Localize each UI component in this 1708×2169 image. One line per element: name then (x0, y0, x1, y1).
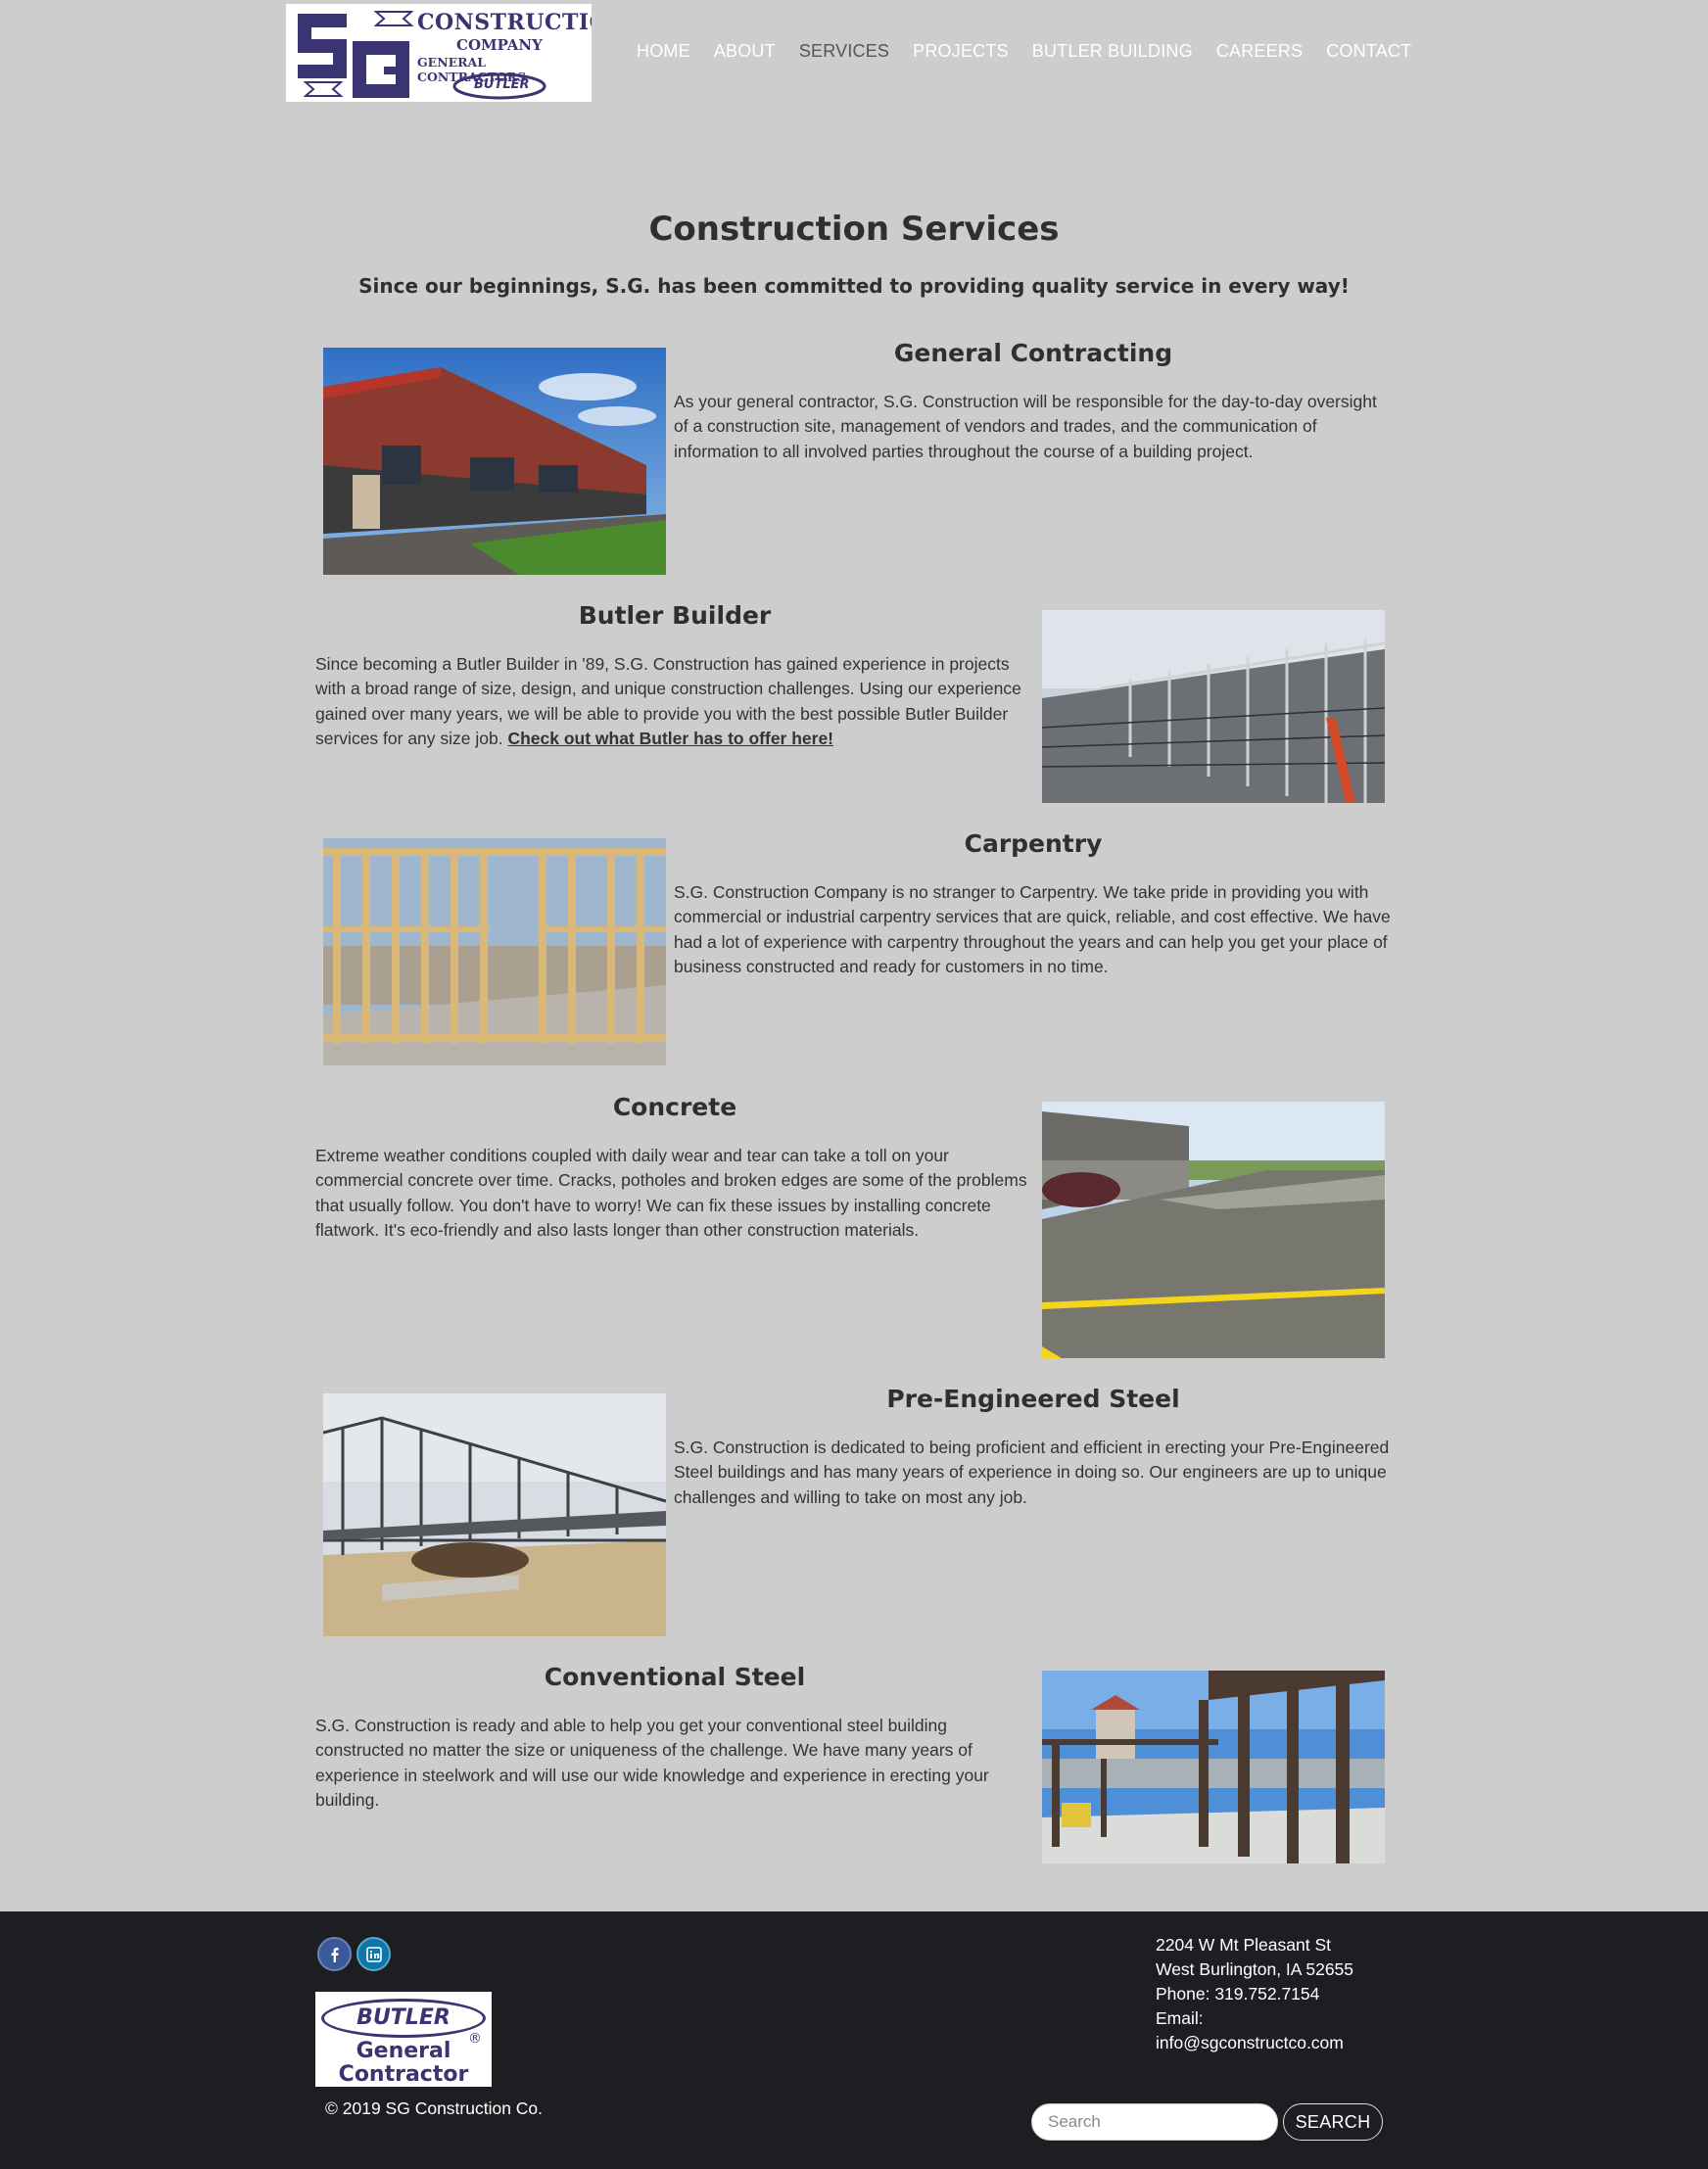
nav-contact[interactable]: CONTACT (1326, 41, 1411, 62)
section-title-concrete: Concrete (612, 1093, 737, 1121)
concrete-photo (1042, 1102, 1385, 1358)
nav-butler-building[interactable]: BUTLER BUILDING (1032, 41, 1193, 62)
section-body-conventional-steel: S.G. Construction is ready and able to h… (315, 1716, 989, 1810)
carpentry-photo (323, 838, 666, 1065)
butler-builder-photo (1042, 610, 1385, 803)
footer-address: 2204 W Mt Pleasant St West Burlington, I… (1156, 1933, 1353, 2055)
section-body-pre-engineered-steel: S.G. Construction is dedicated to being … (674, 1438, 1390, 1507)
address-street: 2204 W Mt Pleasant St (1156, 1935, 1331, 1955)
nav-services[interactable]: SERVICES (799, 41, 889, 62)
logo-line-company: COMPANY (456, 36, 543, 54)
general-contracting-photo (323, 348, 666, 575)
nav-home[interactable]: HOME (637, 41, 690, 62)
section-title-general-contracting: General Contracting (893, 339, 1173, 367)
butler-logo-name: BUTLER (356, 2005, 451, 2030)
search-input[interactable] (1031, 2103, 1278, 2141)
pre-engineered-steel-photo (323, 1393, 666, 1636)
main-nav: HOME ABOUT SERVICES PROJECTS BUTLER BUIL… (637, 41, 1435, 62)
logo-badge-butler: BUTLER (474, 77, 530, 92)
page-subtitle: Since our beginnings, S.G. has been comm… (358, 274, 1350, 298)
address-city: West Burlington, IA 52655 (1156, 1959, 1354, 1979)
section-body-general-contracting: As your general contractor, S.G. Constru… (674, 392, 1377, 461)
butler-general-contractor-logo[interactable]: BUTLER ® General Contractor (315, 1992, 492, 2087)
page-title: Construction Services (648, 210, 1060, 249)
nav-projects[interactable]: PROJECTS (913, 41, 1009, 62)
section-title-butler-builder: Butler Builder (578, 601, 772, 630)
search-button[interactable]: SEARCH (1283, 2103, 1383, 2141)
address-email[interactable]: info@sgconstructco.com (1156, 2031, 1353, 2055)
section-body-carpentry: S.G. Construction Company is no stranger… (674, 882, 1391, 976)
section-body-concrete: Extreme weather conditions coupled with … (315, 1146, 1027, 1240)
linkedin-icon[interactable] (356, 1937, 391, 1971)
section-body-butler-builder: Since becoming a Butler Builder in '89, … (315, 652, 1030, 751)
section-title-conventional-steel: Conventional Steel (544, 1663, 806, 1691)
nav-careers[interactable]: CAREERS (1216, 41, 1303, 62)
company-logo[interactable]: CONSTRUCTION COMPANY GENERAL CONTRACTORS… (286, 4, 592, 102)
butler-offer-link[interactable]: Check out what Butler has to offer here! (507, 729, 833, 748)
address-email-label: Email: (1156, 2008, 1204, 2028)
facebook-icon[interactable] (317, 1937, 352, 1971)
section-title-carpentry: Carpentry (964, 829, 1103, 858)
conventional-steel-photo (1042, 1671, 1385, 1863)
site-footer (0, 1911, 1708, 2169)
copyright-text: © 2019 SG Construction Co. (325, 2098, 544, 2118)
address-phone: Phone: 319.752.7154 (1156, 1984, 1320, 2004)
butler-logo-general: General (356, 2039, 451, 2063)
nav-about[interactable]: ABOUT (714, 41, 776, 62)
logo-line-construction: CONSTRUCTION (417, 10, 592, 35)
section-title-pre-engineered-steel: Pre-Engineered Steel (886, 1385, 1180, 1413)
butler-logo-contractor: Contractor (338, 2062, 469, 2087)
